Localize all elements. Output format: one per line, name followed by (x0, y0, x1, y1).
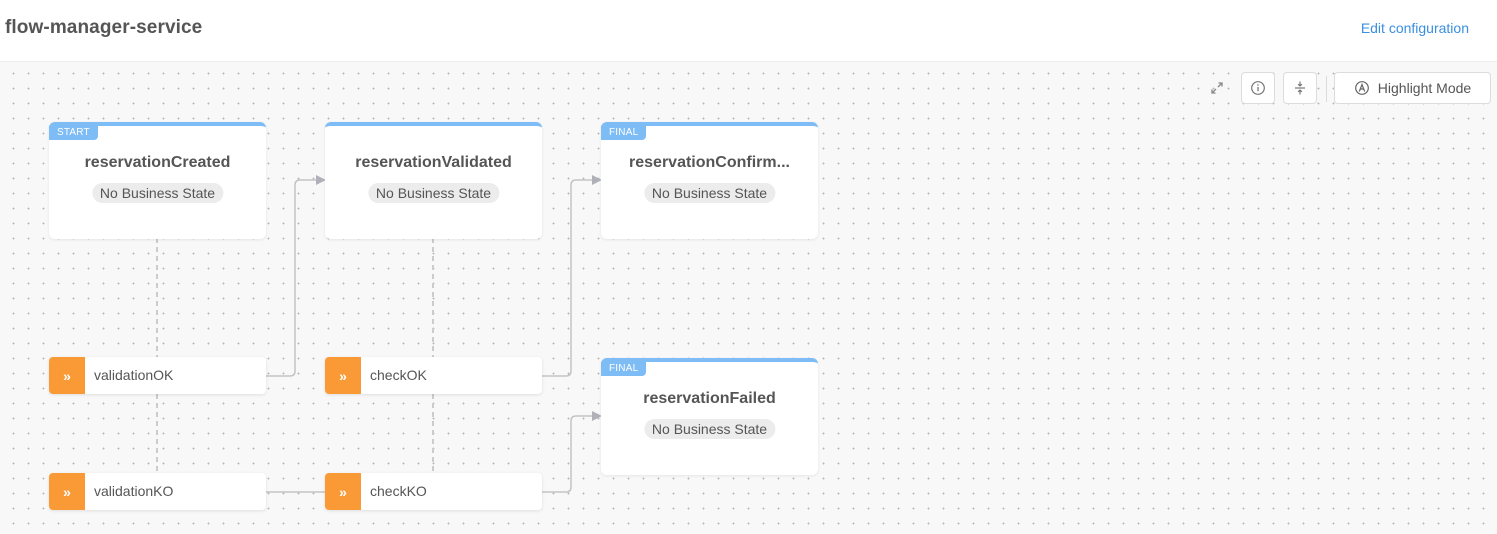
state-node-reservation-failed[interactable]: FINAL reservationFailed No Business Stat… (601, 358, 818, 475)
event-node-validation-ko[interactable]: » validationKO (49, 473, 266, 510)
state-name: reservationFailed (643, 390, 776, 407)
double-chevron-right-icon: » (325, 473, 361, 510)
double-chevron-right-icon: » (49, 473, 85, 510)
event-name: validationKO (94, 483, 174, 499)
state-node-reservation-created[interactable]: START reservationCreated No Business Sta… (49, 122, 266, 239)
toolbar-divider (1326, 76, 1327, 102)
edge-validationOK-to-validated (265, 175, 326, 377)
event-name: checkKO (370, 483, 427, 499)
fit-view-button[interactable] (1201, 72, 1233, 104)
highlight-mode-button[interactable]: Highlight Mode (1334, 72, 1491, 104)
final-tag: FINAL (601, 362, 647, 376)
state-node-reservation-confirmed[interactable]: FINAL reservationConfirm... No Business … (601, 122, 818, 239)
business-state-badge: No Business State (367, 183, 500, 203)
final-tag: FINAL (601, 126, 647, 140)
event-node-check-ok[interactable]: » checkOK (325, 357, 542, 394)
info-button[interactable] (1241, 72, 1275, 104)
highlight-mode-label: Highlight Mode (1377, 80, 1472, 96)
edge-checkOK-to-confirmed (541, 175, 602, 377)
start-tag: START (49, 126, 98, 140)
state-name: reservationValidated (355, 154, 512, 171)
compress-layout-button[interactable] (1283, 72, 1317, 104)
event-node-check-ko[interactable]: » checkKO (325, 473, 542, 510)
circled-a-icon (1354, 81, 1369, 95)
state-name: reservationConfirm... (629, 154, 790, 171)
event-name: checkOK (370, 367, 427, 383)
business-state-badge: No Business State (643, 419, 776, 439)
edge-checkKO-to-failed (541, 411, 602, 493)
info-circle-icon (1251, 81, 1265, 95)
state-name: reservationCreated (84, 154, 231, 171)
event-name: validationOK (94, 367, 174, 383)
state-node-reservation-validated[interactable]: reservationValidated No Business State (325, 122, 542, 239)
business-state-badge: No Business State (91, 183, 224, 203)
business-state-badge: No Business State (643, 183, 776, 203)
double-chevron-right-icon: » (49, 357, 85, 394)
compress-vertical-icon (1295, 81, 1305, 95)
event-node-validation-ok[interactable]: » validationOK (49, 357, 266, 394)
double-chevron-right-icon: » (325, 357, 361, 394)
expand-arrows-icon (1211, 82, 1223, 94)
